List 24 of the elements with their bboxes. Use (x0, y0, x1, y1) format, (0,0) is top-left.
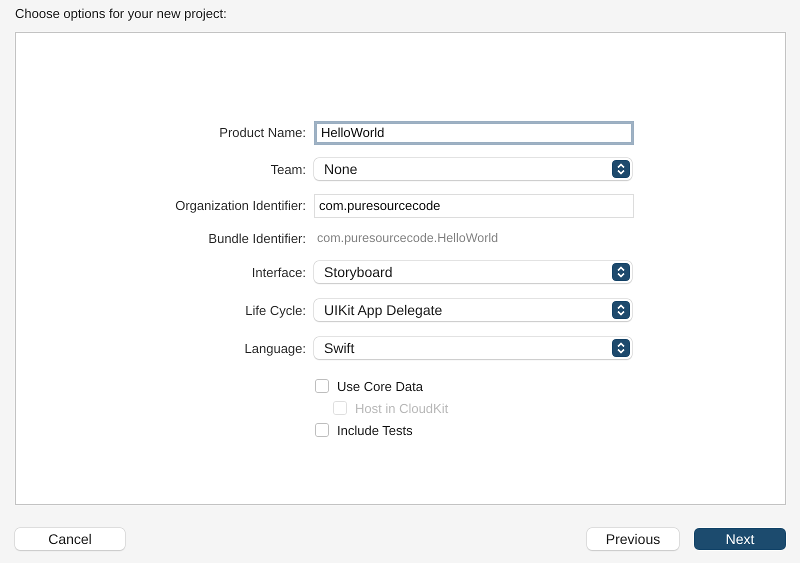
default-button[interactable]: Next (694, 528, 786, 550)
popup-button[interactable]: None (314, 158, 632, 180)
popup-button[interactable]: Storyboard (314, 261, 632, 283)
checkbox[interactable]: Use Core Data (315, 375, 785, 397)
field-label: Interface: (252, 264, 306, 280)
field-label: Organization Identifier: (175, 198, 306, 213)
stepper-icon (612, 339, 630, 357)
field-label: Bundle Identifier: (208, 230, 306, 246)
field-label: Life Cycle: (245, 302, 306, 318)
dialog-button[interactable]: Previous (587, 528, 679, 550)
stepper-icon (612, 263, 630, 281)
checkbox[interactable]: Include Tests (315, 419, 785, 441)
text-field[interactable]: HelloWorld (314, 120, 634, 144)
stepper-icon (612, 301, 630, 319)
field-label: Product Name: (219, 125, 306, 140)
popup-button[interactable]: Swift (314, 337, 632, 359)
dialog-button[interactable]: Cancel (15, 528, 125, 550)
stepper-icon (612, 160, 630, 178)
field-label: Language: (244, 340, 306, 356)
field-value: com.puresourcecode.HelloWorld (316, 231, 500, 245)
popup-button[interactable]: UIKit App Delegate (314, 299, 632, 321)
field-label: Team: (270, 162, 306, 176)
text-field[interactable]: com.puresourcecode (314, 194, 634, 218)
dialog-heading: Choose options for your new project: (15, 6, 228, 23)
